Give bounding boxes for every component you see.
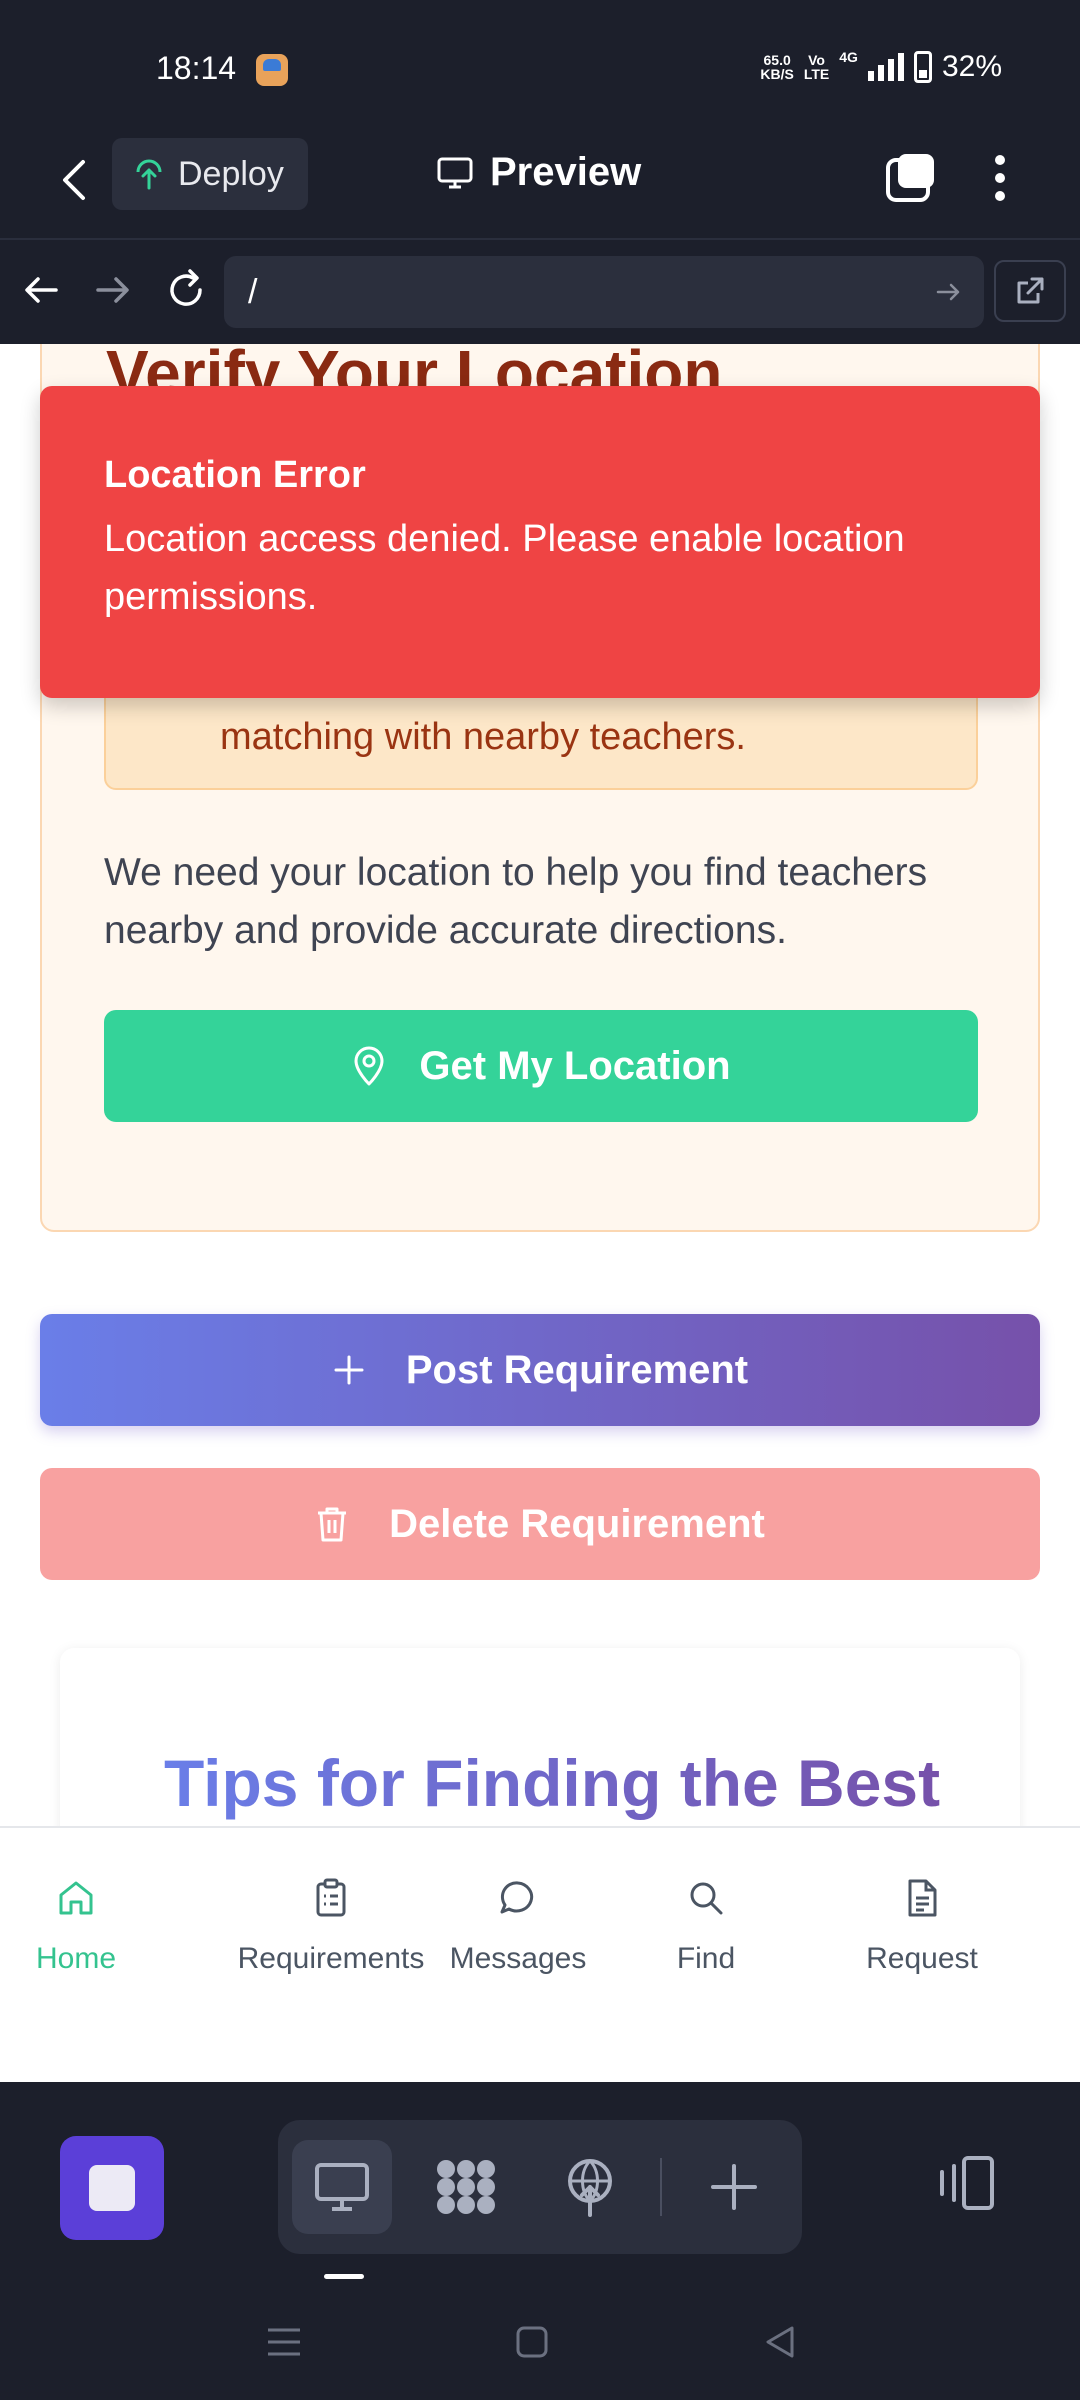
nav-find[interactable]: Find — [666, 1876, 746, 1976]
url-go-button[interactable] — [930, 274, 966, 310]
nav-messages[interactable]: Messages — [448, 1876, 588, 1976]
clipboard-icon — [316, 1878, 346, 1917]
active-tool-indicator — [324, 2274, 364, 2279]
app-header: Deploy Preview — [0, 120, 1080, 240]
delete-requirement-button[interactable]: Delete Requirement — [40, 1468, 1040, 1580]
grid-view-button[interactable] — [416, 2140, 516, 2234]
preview-title: Preview — [436, 150, 641, 195]
deploy-button[interactable]: Deploy — [112, 138, 308, 210]
document-icon — [908, 1879, 937, 1917]
bottom-nav: Home Requirements Messages Find Request — [0, 1826, 1080, 2082]
ide-toolbar — [0, 2082, 1080, 2282]
menu-icon — [268, 2328, 300, 2356]
recent-apps-button[interactable] — [254, 2312, 314, 2372]
browser-reload-button[interactable] — [160, 264, 212, 316]
status-time: 18:14 — [156, 50, 237, 86]
nav-find-label: Find — [676, 1942, 736, 1975]
url-text: / — [248, 272, 258, 311]
system-back-button[interactable] — [750, 2312, 810, 2372]
post-requirement-label: Post Requirement — [405, 1347, 749, 1392]
trash-icon — [318, 1507, 347, 1542]
volte-indicator: Vo LTE — [803, 52, 830, 82]
toast-message: Location access denied. Please enable lo… — [104, 518, 905, 618]
nav-requirements-label: Requirements — [237, 1942, 425, 1975]
tabs-button[interactable] — [884, 150, 940, 206]
deploy-icon — [136, 159, 162, 190]
battery-percent: 32% — [941, 50, 1002, 83]
toast-title: Location Error — [104, 454, 366, 496]
back-button[interactable] — [46, 152, 102, 208]
external-link-icon — [1017, 277, 1044, 304]
tool-group — [278, 2120, 802, 2254]
get-location-button[interactable]: Get My Location — [104, 1010, 978, 1122]
open-external-button[interactable] — [994, 260, 1066, 322]
stop-button[interactable] — [60, 2136, 164, 2240]
location-description: We need your location to help you find t… — [104, 851, 928, 952]
location-error-toast[interactable]: Location Error Location access denied. P… — [40, 386, 1040, 698]
nav-home-label: Home — [35, 1942, 117, 1975]
toolbar-divider — [660, 2158, 662, 2216]
monitor-icon — [315, 2163, 369, 2211]
plus-icon — [334, 1355, 364, 1385]
get-location-label: Get My Location — [419, 1043, 731, 1088]
triangle-back-icon — [766, 2326, 794, 2358]
chat-icon — [500, 1881, 534, 1914]
nav-messages-label: Messages — [449, 1942, 587, 1975]
devices-button[interactable] — [930, 2148, 1002, 2220]
browser-forward-button[interactable] — [88, 266, 136, 314]
reload-icon — [170, 269, 202, 306]
square-icon — [516, 2326, 548, 2358]
tips-title: Tips for Finding the Best — [164, 1740, 940, 1826]
nav-request[interactable]: Request — [862, 1876, 982, 1976]
desktop-preview-button[interactable] — [292, 2140, 392, 2234]
more-vertical-icon — [995, 155, 1005, 201]
home-icon — [59, 1881, 93, 1915]
deploy-label: Deploy — [178, 154, 284, 193]
map-pin-icon — [354, 1046, 384, 1086]
delete-requirement-label: Delete Requirement — [389, 1501, 765, 1546]
chevron-left-icon — [63, 160, 85, 200]
nav-home[interactable]: Home — [36, 1876, 116, 1976]
home-button[interactable] — [502, 2312, 562, 2372]
arrow-left-icon — [25, 277, 58, 303]
monitor-icon — [437, 157, 473, 188]
post-requirement-button[interactable]: Post Requirement — [40, 1314, 1040, 1426]
nav-requirements[interactable]: Requirements — [236, 1876, 426, 1976]
status-bar: 18:14 65.0 KB/S Vo LTE 4G 32% — [0, 0, 1080, 120]
more-options-button[interactable] — [980, 150, 1020, 206]
preview-label: Preview — [490, 150, 642, 194]
url-field[interactable]: / — [224, 256, 984, 328]
deploy-icon — [568, 2159, 612, 2217]
status-indicators: 65.0 KB/S Vo LTE 4G 32% — [760, 50, 1002, 84]
network-type: 4G — [839, 49, 858, 65]
system-nav-bar — [0, 2282, 1080, 2400]
arrow-right-icon — [96, 277, 129, 303]
search-icon — [690, 1882, 723, 1915]
net-speed: 65.0 KB/S — [760, 52, 794, 82]
deploy-tool-button[interactable] — [540, 2140, 640, 2234]
arrow-right-icon — [936, 283, 960, 301]
tabs-icon — [886, 154, 934, 202]
battery-icon — [913, 51, 932, 83]
browser-back-button[interactable] — [18, 266, 66, 314]
grid-icon — [437, 2160, 495, 2214]
plus-icon — [711, 2164, 757, 2210]
signal-icon — [867, 53, 904, 81]
nav-request-label: Request — [866, 1942, 978, 1975]
browser-bar: / — [0, 242, 1080, 344]
app-notification-icon — [256, 54, 288, 86]
devices-icon — [940, 2156, 994, 2210]
add-button[interactable] — [684, 2140, 784, 2234]
